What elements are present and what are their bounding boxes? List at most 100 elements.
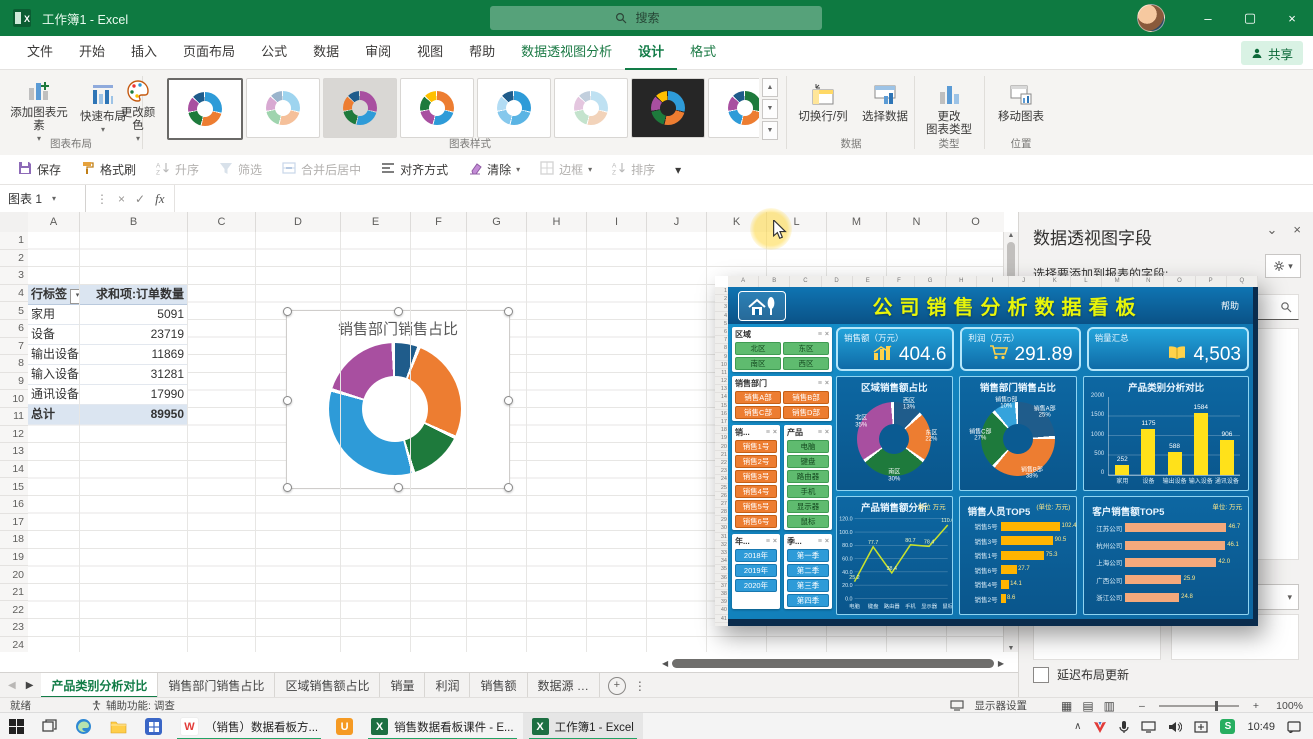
ribbon-tab-审阅[interactable]: 审阅 bbox=[352, 35, 404, 68]
chart-style-thumbnail[interactable] bbox=[477, 78, 551, 138]
chart-style-thumbnail[interactable] bbox=[631, 78, 705, 138]
slicer-button-销售B部[interactable]: 销售B部 bbox=[783, 391, 829, 404]
chart-style-thumbnail[interactable] bbox=[554, 78, 628, 138]
resize-handle[interactable] bbox=[504, 396, 513, 405]
search-input[interactable] bbox=[634, 10, 698, 26]
chart-style-thumbnail[interactable] bbox=[708, 78, 759, 138]
column-header-C[interactable]: C bbox=[188, 212, 256, 232]
toolbar-保存[interactable]: 保存 bbox=[10, 158, 69, 182]
page-layout-view-icon[interactable]: ▤ bbox=[1082, 699, 1093, 713]
slicer-button-西区[interactable]: 西区 bbox=[783, 357, 829, 370]
move-chart-button[interactable]: 移动图表 bbox=[990, 76, 1052, 142]
ribbon-tab-公式[interactable]: 公式 bbox=[248, 35, 300, 68]
row-header-15[interactable]: 15 bbox=[0, 478, 28, 496]
donut-chart[interactable] bbox=[329, 343, 461, 475]
toolbar-合并后居中[interactable]: 合并后居中 bbox=[274, 158, 369, 182]
clear-filter-icon[interactable]: × bbox=[773, 538, 777, 545]
fields-options-button[interactable]: ▾ bbox=[1265, 254, 1301, 278]
kpi-card-销量汇总[interactable]: 销量汇总4,503 bbox=[1087, 327, 1249, 371]
change-colors-button[interactable]: 更改颜色 ▾ bbox=[114, 76, 162, 142]
ribbon-tab-数据透视图分析[interactable]: 数据透视图分析 bbox=[508, 35, 625, 68]
row-header-6[interactable]: 6 bbox=[0, 320, 28, 338]
row-header-11[interactable]: 11 bbox=[0, 408, 28, 426]
slicer-button-2018年[interactable]: 2018年 bbox=[735, 549, 777, 562]
sheet-tab-区域销售额占比[interactable]: 区域销售额占比 bbox=[275, 673, 380, 698]
toolbar-对齐方式[interactable]: 对齐方式 bbox=[373, 158, 456, 182]
clear-filter-icon[interactable]: × bbox=[825, 538, 829, 545]
resize-handle[interactable] bbox=[504, 483, 513, 492]
ime-icon[interactable] bbox=[1194, 721, 1208, 733]
resize-handle[interactable] bbox=[504, 307, 513, 316]
pivot-data-row[interactable]: 通讯设备17990 bbox=[28, 385, 188, 405]
slicer-button-销售C部[interactable]: 销售C部 bbox=[735, 406, 781, 419]
horizontal-scrollbar[interactable]: ◀ ▶ bbox=[662, 656, 1004, 670]
pivot-data-row[interactable]: 家用5091 bbox=[28, 305, 188, 325]
scroll-left-arrow[interactable]: ◀ bbox=[662, 659, 668, 668]
select-all-corner[interactable] bbox=[0, 212, 29, 233]
slicer-button-销售2号[interactable]: 销售2号 bbox=[735, 455, 777, 468]
file-explorer-button[interactable] bbox=[101, 713, 136, 739]
slicer-button-第二季[interactable]: 第二季 bbox=[787, 564, 829, 577]
clear-filter-icon[interactable]: × bbox=[825, 429, 829, 436]
page-break-view-icon[interactable]: ▥ bbox=[1104, 699, 1115, 713]
toolbar-升序[interactable]: AZ升序 bbox=[148, 158, 207, 182]
slicer-button-手机[interactable]: 手机 bbox=[787, 485, 829, 498]
sheet-nav-left-icon[interactable]: ◀ bbox=[8, 680, 16, 691]
more-icon[interactable]: ⋮ bbox=[96, 192, 108, 206]
resize-handle[interactable] bbox=[283, 483, 292, 492]
slicer-button-销售3号[interactable]: 销售3号 bbox=[735, 470, 777, 483]
column-header-I[interactable]: I bbox=[587, 212, 647, 232]
taskbar-app-（销售）数据看板方...[interactable]: W（销售）数据看板方... bbox=[171, 713, 327, 739]
kpi-card-利润（万元）[interactable]: 利润（万元）291.89 bbox=[960, 327, 1080, 371]
zoom-out-icon[interactable]: – bbox=[1139, 700, 1145, 712]
chart-style-thumbnail[interactable] bbox=[323, 78, 397, 138]
hidden-icons-chevron[interactable]: ∧ bbox=[1074, 721, 1081, 732]
row-header-7[interactable]: 7 bbox=[0, 338, 28, 356]
add-chart-element-button[interactable]: 添加图表元素 ▾ bbox=[8, 76, 70, 142]
sheet-tab-数据源 …[interactable]: 数据源 … bbox=[528, 673, 600, 698]
row-header-16[interactable]: 16 bbox=[0, 496, 28, 514]
slicer-button-销售A部[interactable]: 销售A部 bbox=[735, 391, 781, 404]
column-header-B[interactable]: B bbox=[80, 212, 188, 232]
cast-display-icon[interactable] bbox=[1141, 721, 1156, 733]
multiselect-icon[interactable]: ≡ bbox=[818, 380, 822, 387]
formula-input[interactable] bbox=[175, 185, 1313, 212]
slicer-button-东区[interactable]: 东区 bbox=[783, 342, 829, 355]
sheet-tab-利润[interactable]: 利润 bbox=[425, 673, 470, 698]
start-button[interactable] bbox=[0, 713, 33, 739]
row-header-14[interactable]: 14 bbox=[0, 461, 28, 479]
select-data-button[interactable]: 选择数据 bbox=[854, 76, 916, 142]
horizontal-scroll-thumb[interactable] bbox=[672, 659, 994, 668]
pivot-total-row[interactable]: 总计89950 bbox=[28, 405, 188, 425]
row-header-20[interactable]: 20 bbox=[0, 566, 28, 584]
column-header-H[interactable]: H bbox=[527, 212, 587, 232]
scroll-right-arrow[interactable]: ▶ bbox=[998, 659, 1004, 668]
dashboard-help-link[interactable]: 帮助 bbox=[1221, 299, 1239, 312]
kpi-card-销售额（万元）[interactable]: 销售额（万元）404.6 bbox=[836, 327, 954, 371]
close-button[interactable]: × bbox=[1271, 0, 1313, 36]
ribbon-tab-帮助[interactable]: 帮助 bbox=[456, 35, 508, 68]
column-header-M[interactable]: M bbox=[827, 212, 887, 232]
chart-object[interactable]: 销售部门销售占比 bbox=[286, 310, 510, 489]
column-header-D[interactable]: D bbox=[256, 212, 341, 232]
ribbon-tab-开始[interactable]: 开始 bbox=[66, 35, 118, 68]
pane-close-icon[interactable]: × bbox=[1293, 222, 1301, 238]
toolbar-格式刷[interactable]: 格式刷 bbox=[73, 158, 144, 182]
notification-icon[interactable] bbox=[1287, 721, 1301, 733]
gallery-scroll-down[interactable]: ▼ bbox=[762, 99, 778, 118]
row-header-12[interactable]: 12 bbox=[0, 426, 28, 444]
resize-handle[interactable] bbox=[394, 483, 403, 492]
multiselect-icon[interactable]: ≡ bbox=[818, 538, 822, 545]
resize-handle[interactable] bbox=[283, 307, 292, 316]
sheet-tab-销售部门销售占比[interactable]: 销售部门销售占比 bbox=[158, 673, 275, 698]
scroll-down-arrow[interactable]: ▼ bbox=[1004, 645, 1018, 652]
gallery-scroll-up[interactable]: ▲ bbox=[762, 78, 778, 97]
column-header-A[interactable]: A bbox=[28, 212, 80, 232]
slicer-button-销售5号[interactable]: 销售5号 bbox=[735, 500, 777, 513]
row-header-8[interactable]: 8 bbox=[0, 355, 28, 373]
slicer-button-2019年[interactable]: 2019年 bbox=[735, 564, 777, 577]
slicer-button-北区[interactable]: 北区 bbox=[735, 342, 781, 355]
change-chart-type-button[interactable]: 更改 图表类型 bbox=[918, 76, 980, 142]
speaker-icon[interactable] bbox=[1168, 721, 1182, 733]
row-header-17[interactable]: 17 bbox=[0, 514, 28, 532]
